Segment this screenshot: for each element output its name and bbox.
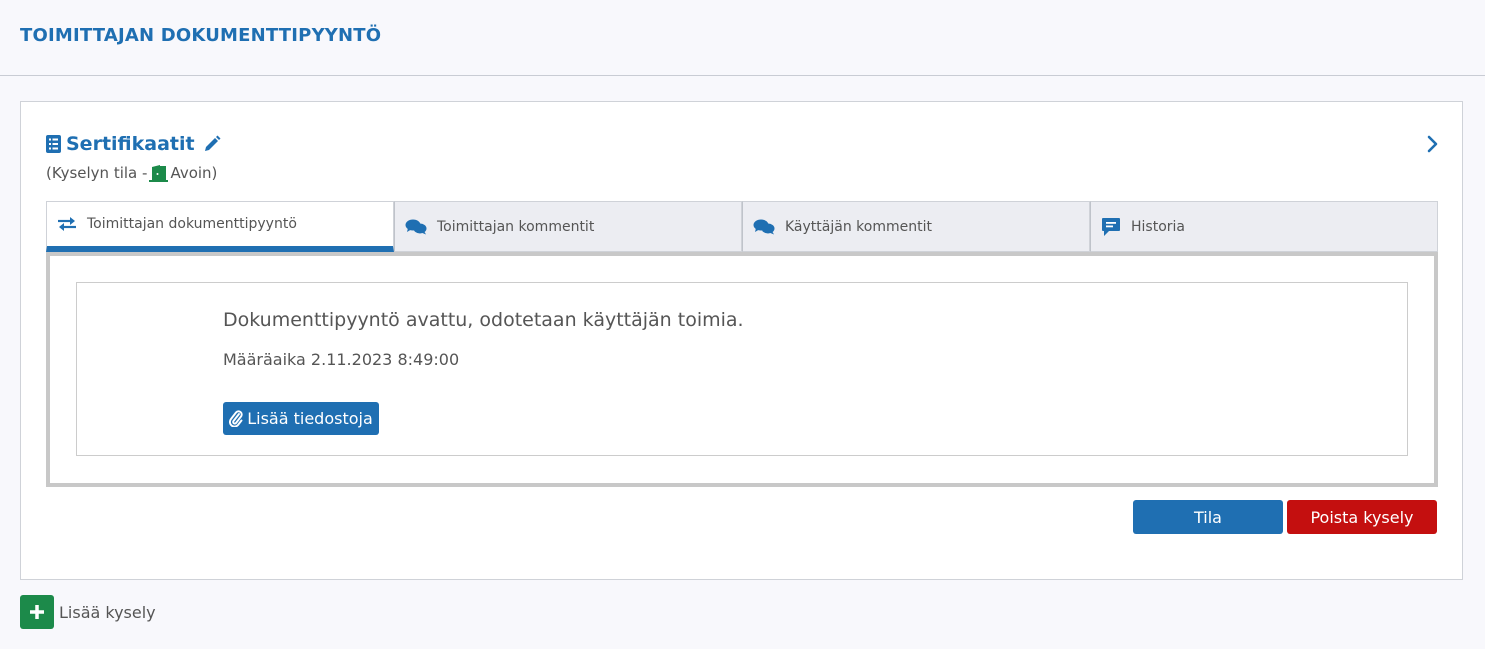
tab-supplier-document-request[interactable]: Toimittajan dokumenttipyyntö xyxy=(46,201,394,252)
page-title: TOIMITTAJAN DOKUMENTTIPYYNTÖ xyxy=(20,25,382,46)
card-title: Sertifikaatit xyxy=(66,133,195,155)
add-files-button[interactable]: Lisää tiedostoja xyxy=(223,402,379,435)
tab-supplier-comments[interactable]: Toimittajan kommentit xyxy=(394,201,742,252)
plus-icon[interactable] xyxy=(20,595,54,629)
add-query-label: Lisää kysely xyxy=(59,602,156,622)
list-document-icon xyxy=(46,135,61,153)
page-header: TOIMITTAJAN DOKUMENTTIPYYNTÖ xyxy=(0,0,1485,76)
comments-icon xyxy=(753,219,775,235)
request-info-box: Dokumenttipyyntö avattu, odotetaan käytt… xyxy=(76,282,1408,456)
door-open-icon xyxy=(149,164,169,182)
tab-label: Toimittajan kommentit xyxy=(437,218,595,235)
card-title-row: Sertifikaatit xyxy=(46,133,221,155)
tab-bar: Toimittajan dokumenttipyyntö Toimittajan… xyxy=(46,201,1438,252)
tab-user-comments[interactable]: Käyttäjän kommentit xyxy=(742,201,1090,252)
tab-history[interactable]: Historia xyxy=(1090,201,1438,252)
exchange-arrows-icon xyxy=(58,217,76,231)
tab-panel: Dokumenttipyyntö avattu, odotetaan käytt… xyxy=(46,252,1438,487)
query-status: (Kyselyn tila - Avoin) xyxy=(46,164,217,182)
status-prefix: (Kyselyn tila - xyxy=(46,164,148,182)
message-icon xyxy=(1102,217,1120,236)
add-files-label: Lisää tiedostoja xyxy=(247,409,373,428)
pencil-edit-icon[interactable] xyxy=(203,135,221,153)
status-button[interactable]: Tila xyxy=(1133,500,1283,534)
comments-icon xyxy=(405,219,427,235)
tab-label: Toimittajan dokumenttipyyntö xyxy=(87,216,297,232)
delete-query-button[interactable]: Poista kysely xyxy=(1287,500,1437,534)
tab-label: Historia xyxy=(1131,218,1185,235)
tab-label: Käyttäjän kommentit xyxy=(785,218,932,235)
deadline-text: Määräaika 2.11.2023 8:49:00 xyxy=(223,350,460,369)
status-value: Avoin) xyxy=(170,164,218,182)
query-card: Sertifikaatit (Kyselyn tila - Avoin) Toi… xyxy=(20,101,1463,580)
add-query-button[interactable]: Lisää kysely xyxy=(20,595,156,629)
paperclip-icon xyxy=(229,410,243,427)
chevron-right-icon[interactable] xyxy=(1426,135,1438,153)
status-message: Dokumenttipyyntö avattu, odotetaan käytt… xyxy=(223,309,744,331)
